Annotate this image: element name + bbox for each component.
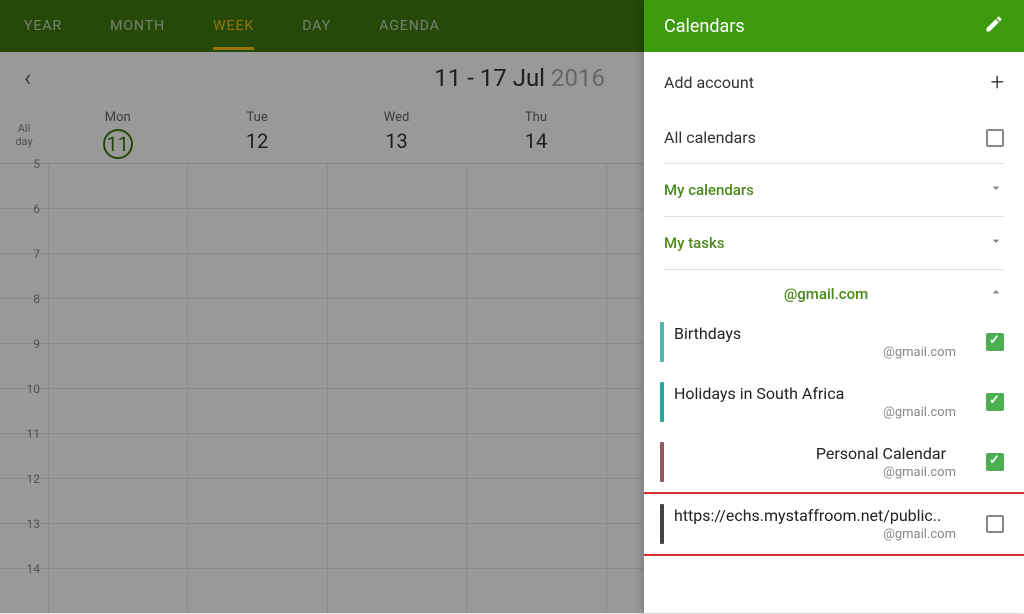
calendar-color-bar — [660, 382, 664, 422]
calendar-name: https://echs.mystaffroom.net/public.. — [674, 506, 976, 525]
calendar-list: Birthdays@gmail.comHolidays in South Afr… — [644, 312, 1024, 556]
calendar-item[interactable]: https://echs.mystaffroom.net/public.. @gm… — [644, 492, 1024, 556]
calendar-item[interactable]: Birthdays @gmail.com — [644, 312, 1024, 372]
calendar-email: @gmail.com — [674, 465, 976, 480]
calendars-panel: Calendars Add account + All calendars My… — [644, 0, 1024, 613]
calendar-email: @gmail.com — [674, 405, 976, 420]
my-calendars-label: My calendars — [664, 181, 754, 199]
calendar-color-bar — [660, 504, 664, 544]
calendar-text: Personal Calendar @gmail.com — [674, 444, 976, 480]
calendar-name: Holidays in South Africa — [674, 384, 976, 403]
my-calendars-section[interactable]: My calendars — [644, 164, 1024, 216]
account-section[interactable]: @gmail.com — [644, 270, 1024, 312]
calendar-text: https://echs.mystaffroom.net/public.. @gm… — [674, 506, 976, 542]
my-tasks-section[interactable]: My tasks — [644, 217, 1024, 269]
calendar-item[interactable]: Personal Calendar @gmail.com — [644, 432, 1024, 492]
all-calendars-checkbox[interactable] — [986, 129, 1004, 147]
chevron-down-icon — [988, 180, 1004, 200]
add-account-row[interactable]: Add account + — [644, 52, 1024, 112]
all-calendars-label: All calendars — [664, 128, 756, 147]
calendar-checkbox[interactable] — [986, 515, 1004, 533]
account-label: @gmail.com — [664, 285, 988, 303]
calendar-text: Holidays in South Africa @gmail.com — [674, 384, 976, 420]
calendar-checkbox[interactable] — [986, 393, 1004, 411]
calendar-checkbox[interactable] — [986, 453, 1004, 471]
calendar-checkbox[interactable] — [986, 333, 1004, 351]
chevron-down-icon — [988, 233, 1004, 253]
panel-header: Calendars — [644, 0, 1024, 52]
calendar-email: @gmail.com — [674, 345, 976, 360]
add-account-label: Add account — [664, 73, 754, 92]
calendar-name: Birthdays — [674, 324, 976, 343]
calendar-color-bar — [660, 322, 664, 362]
all-calendars-row[interactable]: All calendars — [644, 112, 1024, 163]
my-tasks-label: My tasks — [664, 234, 725, 252]
panel-body: Add account + All calendars My calendars… — [644, 52, 1024, 613]
calendar-name: Personal Calendar — [674, 444, 976, 463]
calendar-email: @gmail.com — [674, 527, 976, 542]
chevron-up-icon — [988, 284, 1004, 304]
calendar-text: Birthdays @gmail.com — [674, 324, 976, 360]
edit-icon[interactable] — [984, 14, 1004, 38]
calendar-item[interactable]: Holidays in South Africa @gmail.com — [644, 372, 1024, 432]
panel-title: Calendars — [664, 16, 745, 37]
calendar-color-bar — [660, 442, 664, 482]
plus-icon: + — [990, 68, 1004, 96]
